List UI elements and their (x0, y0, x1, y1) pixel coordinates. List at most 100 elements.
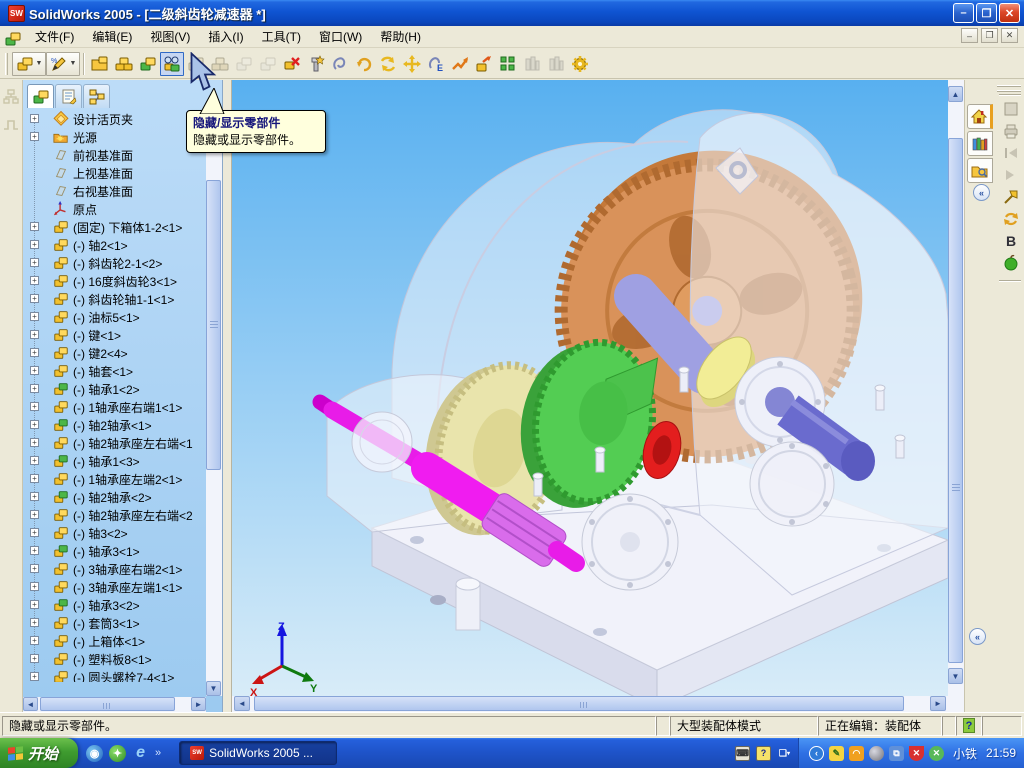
menu-v[interactable]: 视图(V) (141, 28, 199, 46)
expander-icon[interactable]: + (30, 384, 39, 393)
tab-propertymanager[interactable] (55, 84, 82, 108)
messenger-icon[interactable]: ✦ (109, 744, 127, 762)
expander-icon[interactable]: + (30, 240, 39, 249)
tab-configurationmanager[interactable] (83, 84, 110, 108)
panel-splitter[interactable] (223, 80, 232, 712)
internet-explorer-icon[interactable]: e (132, 744, 149, 762)
graphics-viewport[interactable]: Z Y X (232, 80, 948, 696)
restore-button[interactable]: ❐ (976, 3, 997, 23)
minimize-button[interactable]: – (953, 3, 974, 23)
viewport-horizontal-scrollbar[interactable]: ◄ ► (232, 696, 948, 712)
scroll-right-arrow[interactable]: ► (930, 696, 946, 711)
hide-show-components-button[interactable] (160, 51, 184, 76)
printer-icon[interactable] (1001, 122, 1021, 140)
notes-tray-icon[interactable]: ✎ (828, 745, 844, 761)
keyboard-icon[interactable]: ⌨ (734, 745, 750, 761)
tree-item[interactable]: + (-) 圆头螺栓7-4<1> (23, 668, 206, 682)
insert-component-button[interactable]: ▼ (12, 51, 46, 76)
apple-icon[interactable] (1001, 254, 1021, 272)
volume-tray-icon[interactable] (868, 745, 884, 761)
tree-item[interactable]: + (-) 3轴承座右端2<1> (23, 560, 206, 578)
network-tray-icon[interactable]: ⧉ (888, 745, 904, 761)
expander-icon[interactable]: + (30, 366, 39, 375)
taskbar-item-solidworks[interactable]: SW SolidWorks 2005 ... (179, 741, 338, 765)
tree-item[interactable]: + (-) 斜齿轮轴1-1<1> (23, 290, 206, 308)
expander-icon[interactable]: + (30, 132, 39, 141)
expander-icon[interactable]: + (30, 276, 39, 285)
scroll-left-arrow[interactable]: ◄ (234, 696, 250, 711)
tree-vertical-scrollbar[interactable]: ▲ ▼ (206, 110, 222, 696)
bearing-housing-left[interactable] (351, 411, 413, 473)
scroll-thumb[interactable] (40, 697, 175, 711)
toolbar-grip[interactable] (5, 52, 8, 75)
smart-fasteners-button[interactable] (304, 52, 328, 76)
collapse-taskpane-button[interactable]: « (973, 184, 990, 201)
language-options-icon[interactable]: ❏ ▾ (777, 746, 792, 761)
scroll-thumb[interactable] (206, 180, 221, 470)
taskpane-tab-design-library[interactable] (967, 131, 993, 156)
expander-icon[interactable]: + (30, 600, 39, 609)
scroll-down-arrow[interactable]: ▼ (206, 681, 221, 696)
dropdown-arrow-icon[interactable]: ▼ (70, 60, 77, 67)
expander-icon[interactable]: + (30, 330, 39, 339)
tree-item[interactable]: 右视基准面 (23, 182, 206, 200)
component-pattern-button[interactable] (496, 52, 520, 76)
tree-item[interactable]: + (-) 键2<4> (23, 344, 206, 362)
mdi-restore-button[interactable]: ❐ (981, 28, 998, 43)
expander-icon[interactable]: + (30, 492, 39, 501)
shaft-tip[interactable] (548, 541, 585, 572)
status-tray-icon[interactable]: ✕ (928, 745, 944, 761)
expander-icon[interactable]: + (30, 312, 39, 321)
expander-icon[interactable]: + (30, 438, 39, 447)
scroll-thumb[interactable] (254, 696, 904, 711)
expander-icon[interactable]: + (30, 114, 39, 123)
title-bar[interactable]: SW SolidWorks 2005 - [二级斜齿轮减速器 *] – ❐ ✕ (0, 0, 1024, 26)
tree-item[interactable]: + (-) 轴2<1> (23, 236, 206, 254)
tree-item[interactable]: + (-) 轴套<1> (23, 362, 206, 380)
physical-simulation-button[interactable] (568, 52, 592, 76)
expander-icon[interactable]: + (30, 420, 39, 429)
expander-icon[interactable]: + (30, 348, 39, 357)
tree-item[interactable]: + (-) 16度斜齿轮3<1> (23, 272, 206, 290)
tree-item[interactable]: + (-) 轴2轴承<1> (23, 416, 206, 434)
assembly-model[interactable] (232, 80, 948, 696)
prev-icon[interactable] (1001, 144, 1021, 162)
tree-item[interactable]: + (-) 1轴承座右端1<1> (23, 398, 206, 416)
pin-icon[interactable] (1001, 188, 1021, 206)
scroll-down-arrow[interactable]: ▼ (948, 668, 963, 684)
hide-icons-chevron[interactable]: ‹ (808, 745, 824, 761)
tree-item[interactable]: + (-) 套筒3<1> (23, 614, 206, 632)
expander-icon[interactable]: + (30, 258, 39, 267)
expander-icon[interactable]: + (30, 582, 39, 591)
taskpane-tab-solidworks-resources[interactable] (967, 104, 993, 129)
menu-h[interactable]: 帮助(H) (371, 28, 430, 46)
smart-component-button[interactable] (88, 52, 112, 76)
scroll-up-arrow[interactable]: ▲ (948, 86, 963, 102)
ime-help-icon[interactable]: ? (755, 745, 771, 761)
scroll-right-arrow[interactable]: ► (191, 697, 206, 711)
move-component-button[interactable] (400, 52, 424, 76)
reorder-component-button[interactable] (472, 52, 496, 76)
tree-horizontal-scrollbar[interactable]: ◄ ► (23, 697, 206, 712)
mate-reference-button[interactable]: E (424, 52, 448, 76)
exploded-line-button[interactable] (448, 52, 472, 76)
tree-item[interactable]: + 设计活页夹 (23, 110, 206, 128)
tree-item[interactable]: + (-) 轴3<2> (23, 524, 206, 542)
front-boss-left[interactable] (581, 493, 679, 591)
replace-component-button[interactable] (352, 52, 376, 76)
front-boss-right[interactable] (749, 441, 835, 527)
quick-launch-overflow[interactable]: » (155, 747, 161, 759)
tree-item[interactable]: + (-) 轴承1<2> (23, 380, 206, 398)
viewport-vertical-scrollbar[interactable]: ▲ ▼ (948, 80, 964, 712)
tree-item[interactable]: + 光源 (23, 128, 206, 146)
scroll-thumb[interactable] (948, 138, 963, 663)
tree-item[interactable]: + (-) 轴承1<3> (23, 452, 206, 470)
tree-item[interactable]: + (-) 1轴承座左端2<1> (23, 470, 206, 488)
menu-i[interactable]: 插入(I) (199, 28, 252, 46)
mdi-close-button[interactable]: ✕ (1001, 28, 1018, 43)
expander-icon[interactable]: + (30, 654, 39, 663)
rotate-component-button[interactable] (376, 52, 400, 76)
mate-button[interactable] (328, 52, 352, 76)
tree-item[interactable]: + (-) 塑料板8<1> (23, 650, 206, 668)
expander-icon[interactable]: + (30, 564, 39, 573)
